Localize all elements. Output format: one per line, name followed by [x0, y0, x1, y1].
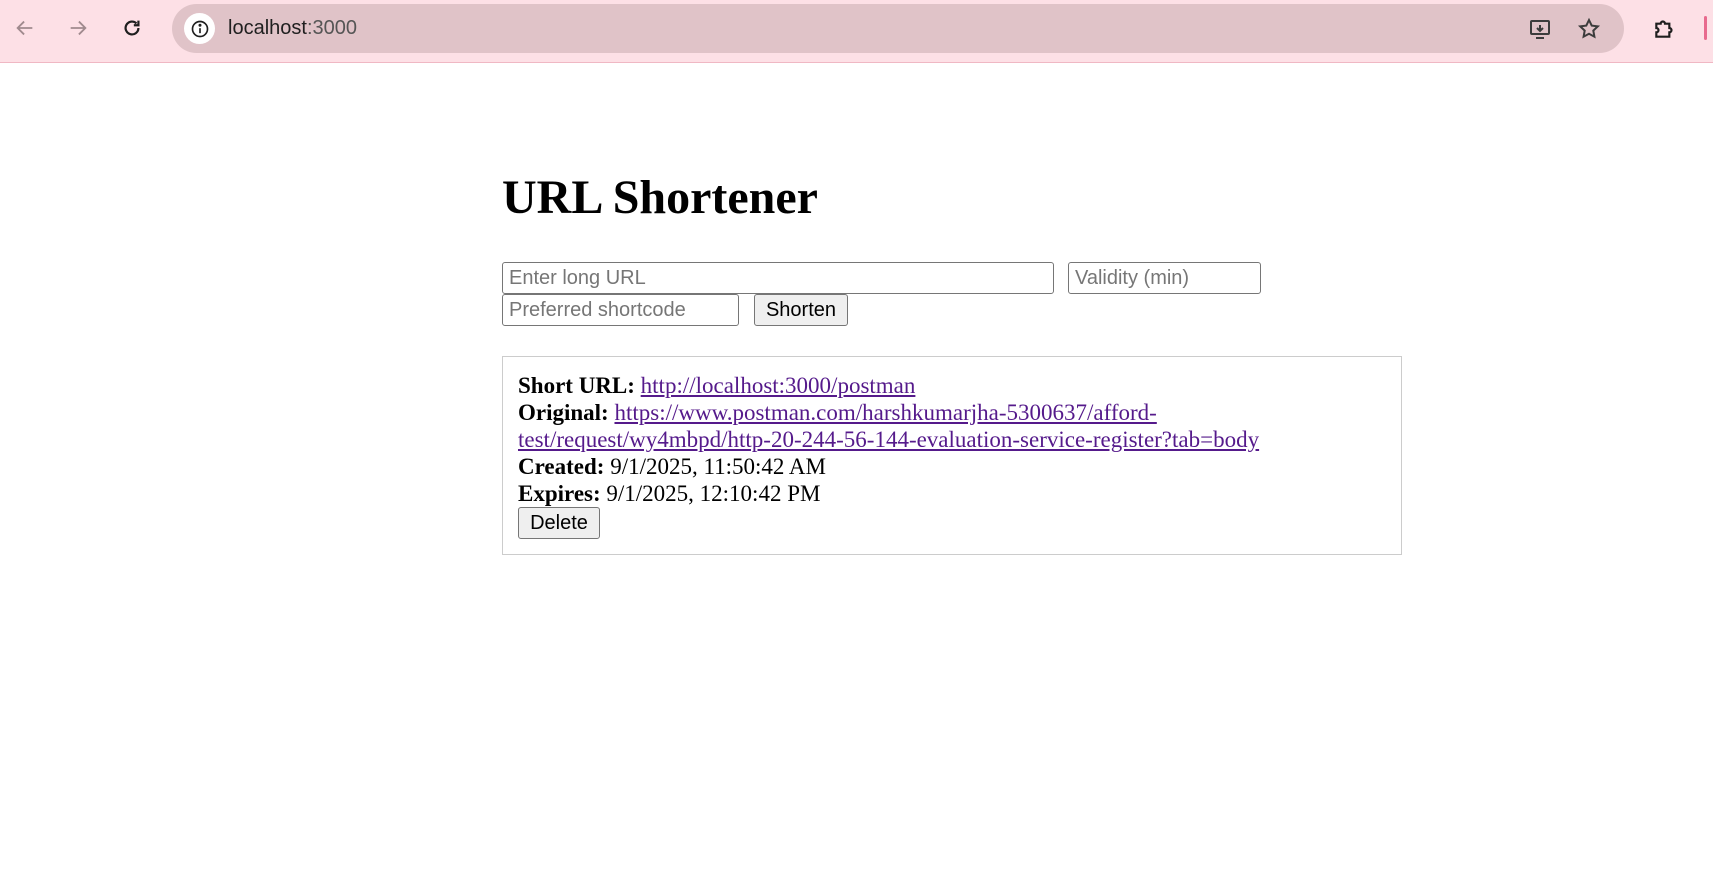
created-label: Created:: [518, 454, 605, 479]
original-row: Original: https://www.postman.com/harshk…: [518, 399, 1157, 426]
original-label: Original:: [518, 400, 609, 425]
arrow-left-icon: [16, 20, 33, 36]
original-row-continued: test/request/wy4mbpd/http-20-244-56-144-…: [518, 426, 1259, 453]
delete-button[interactable]: Delete: [518, 507, 600, 539]
reload-icon: [124, 20, 140, 36]
back-button[interactable]: [10, 13, 40, 43]
shortcode-input[interactable]: [502, 294, 739, 326]
bookmark-button[interactable]: [1576, 16, 1602, 42]
page-title: URL Shortener: [502, 171, 818, 224]
original-url-link-line1[interactable]: https://www.postman.com/harshkumarjha-53…: [614, 400, 1156, 425]
url-text[interactable]: localhost:3000: [228, 17, 357, 39]
forward-button[interactable]: [63, 13, 93, 43]
puzzle-icon: [1655, 20, 1673, 38]
site-info-button[interactable]: [184, 13, 215, 44]
install-app-button[interactable]: [1527, 16, 1553, 42]
created-row: Created: 9/1/2025, 11:50:42 AM: [518, 453, 826, 480]
install-app-icon: [1530, 20, 1550, 39]
url-host: localhost: [228, 17, 307, 39]
result-card: Short URL: http://localhost:3000/postman…: [502, 356, 1402, 555]
star-icon: [1577, 17, 1601, 39]
extensions-button[interactable]: [1650, 13, 1680, 43]
expires-value: 9/1/2025, 12:10:42 PM: [606, 481, 821, 506]
info-icon: [191, 20, 208, 37]
short-url-label: Short URL:: [518, 373, 635, 398]
url-port: :3000: [306, 17, 357, 39]
toolbar-edge-indicator: [1704, 16, 1707, 40]
validity-input[interactable]: [1068, 262, 1261, 294]
long-url-input[interactable]: [502, 262, 1054, 294]
expires-row: Expires: 9/1/2025, 12:10:42 PM: [518, 480, 820, 507]
short-url-row: Short URL: http://localhost:3000/postman: [518, 372, 915, 399]
created-value: 9/1/2025, 11:50:42 AM: [610, 454, 826, 479]
address-bar[interactable]: localhost:3000: [172, 4, 1624, 53]
short-url-link[interactable]: http://localhost:3000/postman: [641, 373, 916, 398]
arrow-right-icon: [70, 20, 87, 36]
expires-label: Expires:: [518, 481, 601, 506]
original-url-link-line2[interactable]: test/request/wy4mbpd/http-20-244-56-144-…: [518, 427, 1259, 452]
shorten-button[interactable]: Shorten: [754, 294, 848, 326]
browser-toolbar: localhost:3000: [0, 0, 1713, 63]
reload-button[interactable]: [117, 13, 147, 43]
